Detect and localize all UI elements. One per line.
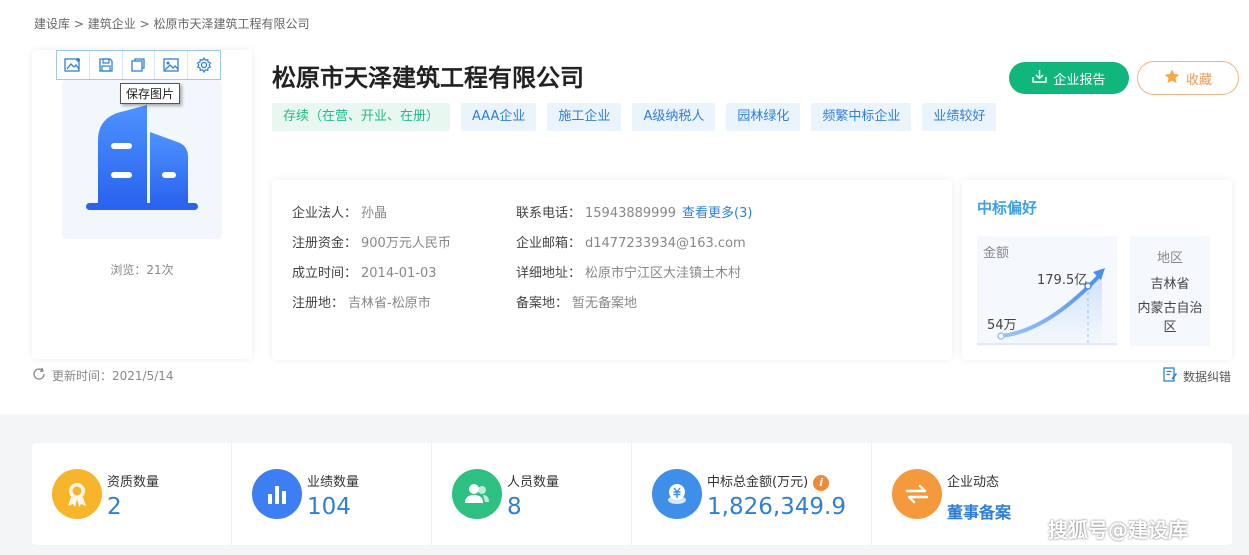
region-item: 内蒙古自治区 xyxy=(1137,301,1203,335)
gear-icon[interactable] xyxy=(188,51,220,79)
view-count: 浏览：21次 xyxy=(110,263,174,277)
logo-card: 保存图片 浏览：21次 xyxy=(32,50,252,359)
address-label: 详细地址： xyxy=(516,266,582,281)
record-value: 暂无备案地 xyxy=(572,296,638,311)
bar-chart-icon xyxy=(252,469,302,519)
legal-rep-row: 企业法人： 孙晶 xyxy=(292,202,387,221)
reg-place-row: 注册地： 吉林省-松原市 xyxy=(292,292,431,311)
people-icon xyxy=(452,469,502,519)
phone-more-link[interactable]: 查看更多(3) xyxy=(682,206,752,221)
tag-item[interactable]: AAA企业 xyxy=(461,103,537,131)
bid-preference-card: 中标偏好 金额 179.5亿 54万 地区 吉林省 内蒙古自治区 xyxy=(962,180,1232,360)
region-panel: 地区 吉林省 内蒙古自治区 xyxy=(1130,236,1210,346)
tag-item[interactable]: 施工企业 xyxy=(547,103,622,131)
tag-item[interactable]: 园林绿化 xyxy=(726,103,801,131)
founded-label: 成立时间： xyxy=(292,266,358,281)
medal-icon xyxy=(52,469,102,519)
preference-title: 中标偏好 xyxy=(977,199,1038,217)
stat-qualification[interactable]: 资质数量 2 xyxy=(32,443,232,545)
data-correction-link[interactable]: 数据纠错 xyxy=(1163,367,1231,385)
phone-row: 联系电话： 15943889999 查看更多(3) xyxy=(516,202,752,221)
tag-item[interactable]: A级纳税人 xyxy=(632,103,716,131)
stat-personnel[interactable]: 人员数量 8 xyxy=(432,443,632,545)
breadcrumb-item-construction[interactable]: 建筑企业 xyxy=(88,17,136,31)
info-icon[interactable]: i xyxy=(813,475,830,491)
company-report-button[interactable]: 企业报告 xyxy=(1009,62,1129,94)
founded-row: 成立时间： 2014-01-03 xyxy=(292,262,437,281)
legal-rep-value: 孙晶 xyxy=(361,206,388,221)
company-header-section: 建设库 > 建筑企业 > 松原市天泽建筑工程有限公司 保存图片 浏览：21次 更… xyxy=(0,0,1249,414)
breadcrumb-separator: > xyxy=(73,17,84,31)
stat-value: 1,826,349.9 xyxy=(707,494,846,520)
favorite-button-label: 收藏 xyxy=(1185,72,1212,88)
edit-icon xyxy=(1163,367,1178,385)
amount-low: 54万 xyxy=(987,318,1017,333)
save-icon[interactable] xyxy=(90,51,123,79)
add-image-icon[interactable] xyxy=(57,51,90,79)
stat-value-link[interactable]: 董事备案 xyxy=(947,499,1011,523)
stat-value: 2 xyxy=(107,494,122,520)
phone-value: 15943889999 xyxy=(585,206,676,221)
company-name: 松原市天泽建筑工程有限公司 xyxy=(272,64,584,92)
tag-item[interactable]: 业绩较好 xyxy=(922,103,997,131)
breadcrumb-separator: > xyxy=(139,17,150,31)
breadcrumb-item-company: 松原市天泽建筑工程有限公司 xyxy=(153,17,310,31)
record-row: 备案地： 暂无备案地 xyxy=(516,292,637,311)
breadcrumb: 建设库 > 建筑企业 > 松原市天泽建筑工程有限公司 xyxy=(34,15,309,32)
report-button-label: 企业报告 xyxy=(1053,72,1106,88)
reg-place-value: 吉林省-松原市 xyxy=(348,296,431,311)
stat-value: 104 xyxy=(307,494,351,520)
download-icon xyxy=(1032,69,1048,87)
region-label: 地区 xyxy=(1156,251,1183,266)
stat-label: 人员数量 xyxy=(507,475,560,490)
refresh-icon[interactable] xyxy=(32,367,46,384)
stat-performance[interactable]: 业绩数量 104 xyxy=(232,443,432,545)
address-value: 松原市宁江区大洼镇土木村 xyxy=(585,266,742,281)
region-item: 吉林省 xyxy=(1150,277,1190,292)
capital-label: 注册资金： xyxy=(292,236,358,251)
tag-list: 存续（在营、开业、在册） AAA企业 施工企业 A级纳税人 园林绿化 频繁中标企… xyxy=(272,103,997,131)
breadcrumb-item-library[interactable]: 建设库 xyxy=(34,17,70,31)
copy-icon[interactable] xyxy=(123,51,156,79)
stat-label: 企业动态 xyxy=(947,475,1000,490)
stat-label-text: 中标总金额(万元) xyxy=(707,475,809,490)
star-icon xyxy=(1164,69,1180,88)
capital-row: 注册资金： 900万元人民币 xyxy=(292,232,451,251)
company-info-card: 企业法人： 孙晶 注册资金： 900万元人民币 成立时间： 2014-01-03 注册… xyxy=(272,180,952,360)
record-label: 备案地： xyxy=(516,296,569,311)
stat-label: 资质数量 xyxy=(107,475,160,490)
tag-item[interactable]: 频繁中标企业 xyxy=(811,103,912,131)
amount-chart: 金额 179.5亿 54万 xyxy=(977,236,1117,346)
phone-label: 联系电话： xyxy=(516,206,582,221)
stat-value: 8 xyxy=(507,494,522,520)
save-image-tooltip: 保存图片 xyxy=(120,83,181,104)
email-row: 企业邮箱： d1477233934@163.com xyxy=(516,232,746,251)
coin-icon xyxy=(652,469,702,519)
tag-status: 存续（在营、开业、在册） xyxy=(272,103,451,131)
reg-place-label: 注册地： xyxy=(292,296,345,311)
legal-rep-label: 企业法人： xyxy=(292,206,358,221)
founded-value: 2014-01-03 xyxy=(361,266,437,281)
update-time: 更新时间：2021/5/14 xyxy=(32,367,174,384)
watermark: 搜狐号@建设库 xyxy=(1048,518,1188,542)
address-row: 详细地址： 松原市宁江区大洼镇土木村 xyxy=(516,262,741,281)
email-label: 企业邮箱： xyxy=(516,236,582,251)
amount-high: 179.5亿 xyxy=(1037,273,1088,288)
exchange-icon xyxy=(892,469,942,519)
capital-value: 900万元人民币 xyxy=(361,236,451,251)
favorite-button[interactable]: 收藏 xyxy=(1137,61,1239,95)
stat-label: 业绩数量 xyxy=(307,475,360,490)
update-time-text: 更新时间：2021/5/14 xyxy=(52,369,174,383)
logo-toolbar xyxy=(56,50,221,80)
data-correction-label: 数据纠错 xyxy=(1183,369,1232,384)
stat-label: 中标总金额(万元) i xyxy=(707,471,830,491)
stat-bid-amount[interactable]: 中标总金额(万元) i 1,826,349.9 xyxy=(632,443,872,545)
email-value: d1477233934@163.com xyxy=(585,236,746,251)
image-icon[interactable] xyxy=(155,51,189,79)
